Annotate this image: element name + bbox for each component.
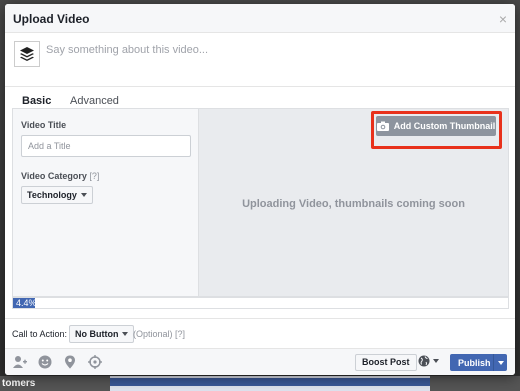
video-title-label: Video Title [21, 120, 67, 130]
background-text: tomers [2, 378, 36, 389]
upload-body: Video Title Add a Title Video Category [… [12, 108, 509, 297]
details-panel: Video Title Add a Title Video Category [… [12, 108, 198, 297]
cta-help-link[interactable]: [?] [175, 329, 185, 339]
composer-input[interactable]: Say something about this video... [46, 44, 208, 56]
optional-text: (Optional) [133, 329, 173, 339]
dialog-footer: Boost Post Publish [5, 348, 515, 375]
video-category-label-text: Video Category [21, 171, 87, 181]
buffer-logo-icon [20, 47, 34, 61]
upload-progress-text: 4.4% [16, 298, 37, 308]
call-to-action-value: No Button [75, 329, 119, 339]
call-to-action-label: Call to Action: [12, 329, 68, 339]
video-category-label: Video Category [?] [21, 171, 99, 181]
highlight-box [371, 111, 502, 149]
chevron-down-icon [80, 193, 87, 197]
call-to-action-optional: (Optional) [?] [133, 329, 185, 339]
dialog-header: Upload Video × [5, 4, 515, 33]
target-icon[interactable] [88, 355, 102, 369]
post-composer: Say something about this video... [5, 33, 515, 87]
chevron-down-icon [433, 359, 439, 363]
upload-progress-bar: 4.4% [12, 297, 509, 309]
location-icon[interactable] [63, 355, 77, 369]
publish-button[interactable]: Publish [450, 354, 507, 371]
dialog-title: Upload Video [13, 12, 90, 26]
call-to-action-select[interactable]: No Button [69, 325, 135, 343]
thumbnail-preview: Add Custom Thumbnail Uploading Video, th… [198, 108, 509, 297]
chevron-down-icon [122, 332, 129, 336]
tab-advanced[interactable]: Advanced [70, 95, 119, 107]
feeling-icon[interactable] [38, 355, 52, 369]
tag-people-icon[interactable] [13, 355, 27, 369]
globe-icon [418, 355, 430, 367]
upload-video-dialog: Upload Video × Say something about this … [5, 4, 515, 375]
tab-basic[interactable]: Basic [22, 95, 51, 107]
close-icon[interactable]: × [499, 11, 507, 27]
boost-post-button[interactable]: Boost Post [355, 354, 417, 371]
video-category-value: Technology [27, 190, 77, 200]
call-to-action-row: Call to Action: No Button (Optional) [?] [5, 318, 515, 348]
publish-options-button[interactable] [494, 360, 507, 365]
audience-selector[interactable] [418, 355, 439, 367]
uploading-status: Uploading Video, thumbnails coming soon [242, 198, 465, 210]
background-screenshot-bar [110, 378, 430, 386]
category-help-link[interactable]: [?] [89, 171, 99, 181]
page-avatar [14, 41, 40, 67]
video-title-input[interactable]: Add a Title [21, 135, 191, 157]
publish-label: Publish [458, 357, 491, 368]
video-category-select[interactable]: Technology [21, 186, 93, 204]
chevron-down-icon [497, 360, 504, 365]
